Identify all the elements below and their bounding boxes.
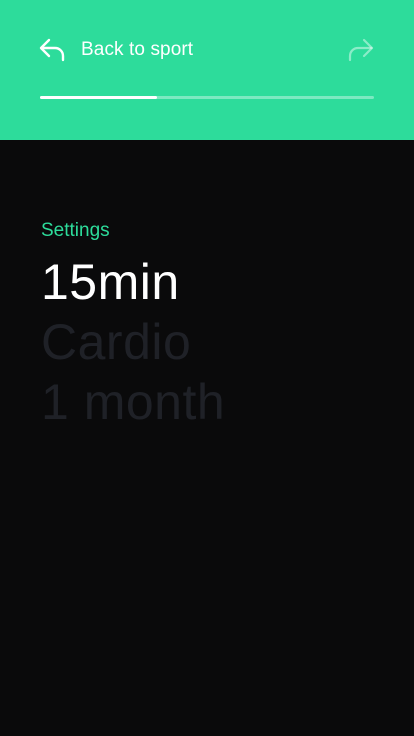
- top-bar: Back to sport: [0, 0, 414, 140]
- arrow-forward-icon: [346, 38, 376, 68]
- option-workout-type[interactable]: Cardio: [41, 312, 225, 372]
- back-to-sport-label: Back to sport: [81, 39, 194, 60]
- arrow-back-icon: [38, 36, 66, 64]
- progress-bar: [40, 96, 374, 99]
- option-duration[interactable]: 15min: [41, 252, 225, 312]
- forward-button[interactable]: [346, 36, 376, 64]
- back-to-sport-button[interactable]: Back to sport: [38, 36, 193, 64]
- progress-bar-fill: [40, 96, 157, 99]
- option-period[interactable]: 1 month: [41, 372, 225, 432]
- settings-panel: Settings 15min Cardio 1 month: [41, 218, 225, 432]
- settings-section-label: Settings: [41, 220, 110, 241]
